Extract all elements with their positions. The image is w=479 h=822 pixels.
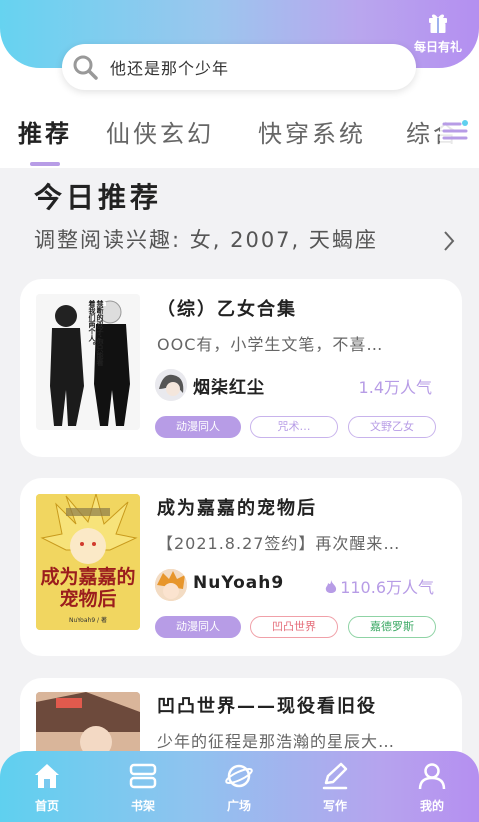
gift-icon <box>429 14 447 33</box>
planet-icon <box>225 764 253 788</box>
nav-plaza-label: 广场 <box>226 799 251 813</box>
daily-gift-label: 每日有礼 <box>413 40 462 54</box>
author-avatar[interactable] <box>155 369 187 401</box>
book-title[interactable]: 凹凸世界——现役看旧役 <box>157 692 377 718</box>
search-hint-text: 他还是那个少年 <box>110 59 230 78</box>
popularity-count: 1.4万人气 <box>358 378 432 397</box>
cover-caption: 禁断的双子·你只能看着我们两个人。 <box>88 300 104 366</box>
author-name[interactable]: NuYoah9 <box>193 573 284 593</box>
book-card[interactable]: 禁断的双子·你只能看着我们两个人。 （综）乙女合集 OOC有，小学生文笔，不喜…… <box>20 279 462 457</box>
nav-write[interactable]: 写作 <box>305 761 365 814</box>
nav-bookshelf[interactable]: 书架 <box>113 761 173 814</box>
search-bar[interactable]: 他还是那个少年 <box>62 44 416 90</box>
author-name[interactable]: 烟柒红尘 <box>193 373 265 398</box>
home-icon <box>35 764 59 788</box>
book-description: 【2021.8.27签约】再次醒来… <box>157 534 401 553</box>
bookshelf-icon <box>129 763 157 789</box>
category-menu-icon[interactable] <box>440 116 470 146</box>
tab-recommend[interactable]: 推荐 <box>18 114 72 149</box>
section-title: 今日推荐 <box>34 181 163 214</box>
flame-icon <box>325 580 337 593</box>
popularity-count: 110.6万人气 <box>325 574 434 598</box>
nav-profile-label: 我的 <box>419 799 444 813</box>
book-cover: 成为嘉嘉的宠物后 NuYoah9 / 著 <box>36 494 140 630</box>
nav-plaza[interactable]: 广场 <box>209 761 269 814</box>
chevron-right-icon[interactable] <box>442 230 456 252</box>
nav-write-label: 写作 <box>322 799 347 813</box>
tab-xianxia[interactable]: 仙侠玄幻 <box>106 114 214 149</box>
book-cover: 禁断的双子·你只能看着我们两个人。 <box>36 294 140 430</box>
nav-bookshelf-label: 书架 <box>130 799 155 813</box>
user-icon <box>418 763 446 790</box>
author-avatar[interactable] <box>155 569 187 601</box>
tab-quick-travel[interactable]: 快穿系统 <box>258 114 366 149</box>
cover-author: NuYoah9 / 著 <box>69 617 107 624</box>
tag-chip[interactable]: 动漫同人 <box>155 416 241 438</box>
tag-chip[interactable]: 咒术… <box>250 416 338 438</box>
active-tab-indicator <box>30 162 60 166</box>
popularity-value: 110.6万人气 <box>340 578 434 597</box>
avatar-image <box>155 369 187 401</box>
book-title[interactable]: 成为嘉嘉的宠物后 <box>157 494 317 520</box>
nav-profile[interactable]: 我的 <box>402 761 462 814</box>
tag-chip[interactable]: 凹凸世界 <box>250 616 338 638</box>
pen-icon <box>322 762 348 790</box>
cover-title: 成为嘉嘉的宠物后 <box>40 566 136 610</box>
tag-chip[interactable]: 动漫同人 <box>155 616 241 638</box>
book-description: OOC有，小学生文笔，不喜… <box>157 335 384 354</box>
tag-chip[interactable]: 嘉德罗斯 <box>348 616 436 638</box>
bottom-navigation: 首页 书架 广场 写作 我的 <box>0 751 479 822</box>
daily-gift-button[interactable]: 每日有礼 <box>405 10 471 55</box>
reading-interest-link[interactable]: 调整阅读兴趣: 女, 2007, 天蝎座 <box>34 224 378 254</box>
nav-home[interactable]: 首页 <box>17 761 77 814</box>
book-card[interactable]: 成为嘉嘉的宠物后 NuYoah9 / 著 成为嘉嘉的宠物后 【2021.8.27… <box>20 478 462 656</box>
category-tabs: 推荐 仙侠玄幻 快穿系统 综合 <box>0 104 479 168</box>
nav-home-label: 首页 <box>34 799 59 813</box>
tag-chip[interactable]: 文野乙女 <box>348 416 436 438</box>
search-icon <box>73 55 98 80</box>
avatar-image <box>155 569 187 601</box>
book-description: 少年的征程是那浩瀚的星辰大… <box>157 732 396 751</box>
book-title[interactable]: （综）乙女合集 <box>157 295 297 321</box>
